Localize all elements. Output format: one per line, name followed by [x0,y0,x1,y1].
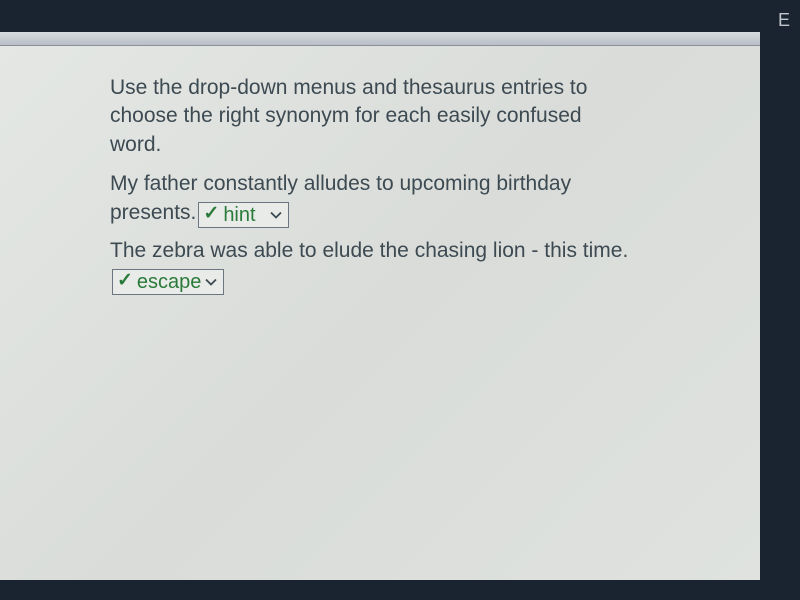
answer-dropdown-wrap: ✓hint [198,198,288,227]
screen-container: Use the drop-down menus and thesaurus en… [0,0,760,600]
dropdown-value: hint [223,201,255,229]
chevron-down-icon [205,278,217,286]
check-icon: ✓ [117,268,133,295]
window-top-bar [0,32,760,46]
corner-letter: E [778,10,790,31]
question-sentence: My father constantly alludes to upcoming… [110,172,571,224]
instruction-text: Use the drop-down menus and thesaurus en… [110,74,630,159]
question-text: My father constantly alludes to upcoming… [110,169,650,228]
content-area: Use the drop-down menus and thesaurus en… [0,46,760,580]
question-sentence: The zebra was able to elude the chasing … [110,239,628,262]
question-block: The zebra was able to elude the chasing … [110,236,700,295]
check-icon: ✓ [203,201,219,228]
answer-dropdown-wrap: ✓escape [112,265,224,294]
answer-dropdown[interactable]: ✓escape [112,269,224,295]
question-block: My father constantly alludes to upcoming… [110,169,700,228]
dropdown-value: escape [137,268,202,296]
question-text: The zebra was able to elude the chasing … [110,236,650,295]
answer-dropdown[interactable]: ✓hint [198,202,288,228]
chevron-down-icon [270,211,282,219]
